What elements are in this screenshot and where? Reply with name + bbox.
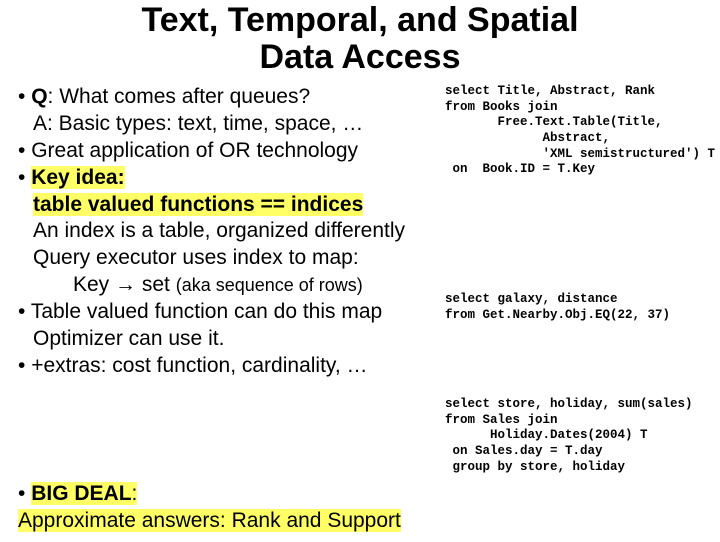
bullet-3-line3: An index is a table, organized different…: [18, 218, 488, 245]
code1-l2: from Books join: [445, 100, 558, 114]
bullet-4: • Table valued function can do this map: [18, 299, 488, 326]
bullet-3-line2: table valued functions == indices: [18, 192, 488, 219]
code3-l3: Holiday.Dates(2004) T: [445, 428, 648, 442]
big-deal-block: • BIG DEAL: Approximate answers: Rank an…: [18, 480, 401, 535]
code1-l3: Free.Text.Table(Title,: [445, 115, 663, 129]
bullet-2: • Great application of OR technology: [18, 138, 488, 165]
code1-l4: Abstract,: [445, 131, 610, 145]
code1-l6: on Book.ID = T.Key: [445, 162, 595, 176]
bullet-5: • +extras: cost function, cardinality, …: [18, 353, 488, 380]
bullet-3-line4: Query executor uses index to map:: [18, 245, 488, 272]
code-block-2: select galaxy, distance from Get.Nearby.…: [445, 292, 720, 323]
a-text: Basic types: text, time, space, …: [53, 112, 363, 135]
bullet-5-text: +extras: cost function, cardinality, …: [31, 354, 367, 377]
key-set: Key → set: [73, 273, 176, 296]
bullet-4-text: Table valued function can do this map: [31, 300, 382, 323]
code-block-3: select store, holiday, sum(sales) from S…: [445, 397, 720, 475]
big-deal-colon: :: [132, 482, 138, 505]
a-label: A:: [33, 112, 53, 135]
bullet-1: • Q: What comes after queues?: [18, 84, 488, 111]
big-deal-label: BIG DEAL: [31, 482, 131, 505]
key-idea-label: Key idea:: [31, 166, 124, 189]
title-line-2: Data Access: [260, 38, 461, 76]
code3-l4: on Sales.day = T.day: [445, 444, 603, 458]
code1-l5: 'XML semistructured') T: [445, 147, 715, 161]
q-text: : What comes after queues?: [48, 85, 311, 108]
big-deal-line1: • BIG DEAL:: [18, 480, 401, 507]
code3-l5: group by store, holiday: [445, 460, 625, 474]
title-line-1: Text, Temporal, and Spatial: [141, 1, 578, 39]
code3-l2: from Sales join: [445, 413, 558, 427]
code2-l1: select galaxy, distance: [445, 292, 618, 306]
bullet-2-text: Great application of OR technology: [31, 139, 358, 162]
bullet-list: • Q: What comes after queues? A: Basic t…: [18, 84, 488, 380]
key-set-paren: (aka sequence of rows): [176, 275, 363, 295]
bullet-1-answer: A: Basic types: text, time, space, …: [18, 111, 488, 138]
big-deal-text: Approximate answers: Rank and Support: [18, 509, 401, 532]
q-label: Q: [31, 85, 47, 108]
key-idea-text: table valued functions == indices: [33, 193, 363, 216]
big-deal-line2: Approximate answers: Rank and Support: [18, 507, 401, 534]
slide-title: Text, Temporal, and Spatial Data Access: [0, 2, 720, 77]
code3-l1: select store, holiday, sum(sales): [445, 397, 693, 411]
bullet-3-line5: Key → set (aka sequence of rows): [18, 272, 488, 299]
code1-l1: select Title, Abstract, Rank: [445, 84, 655, 98]
bullet-4-line2: Optimizer can use it.: [18, 326, 488, 353]
bullet-3: • Key idea:: [18, 165, 488, 192]
code-block-1: select Title, Abstract, Rank from Books …: [445, 84, 720, 178]
code2-l2: from Get.Nearby.Obj.EQ(22, 37): [445, 308, 670, 322]
